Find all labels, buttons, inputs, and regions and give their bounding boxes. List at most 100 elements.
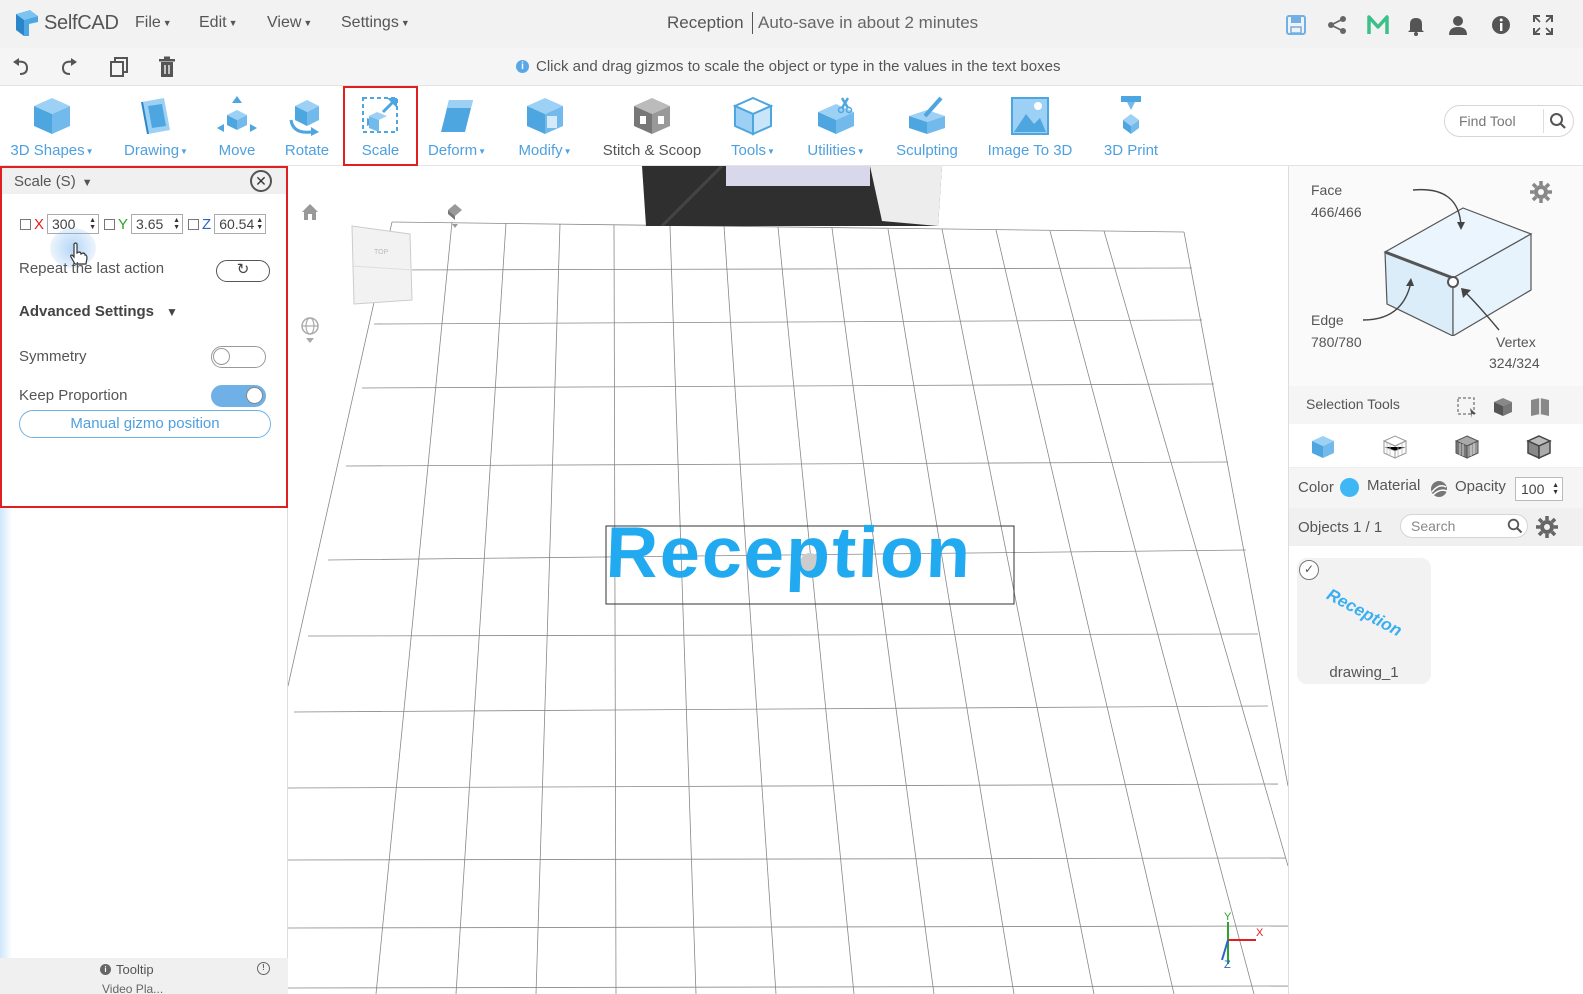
tool-deform-label: Deform <box>427 142 478 159</box>
tool-deform[interactable]: Deform▼ <box>424 86 490 166</box>
color-swatch[interactable] <box>1340 478 1359 497</box>
fullscreen-icon[interactable] <box>1532 14 1554 36</box>
cube-select-icon[interactable] <box>1492 396 1514 418</box>
reception-3d-object[interactable]: Reception <box>605 512 974 594</box>
scale-panel-title[interactable]: Scale (S) ▼ <box>14 173 93 190</box>
stepper-arrows-icon[interactable]: ▲ ▼ <box>89 217 96 231</box>
menu-edit[interactable]: Edit ▼ <box>199 14 238 32</box>
tool-utilities[interactable]: Utilities▼ <box>800 86 872 166</box>
tool-3d-shapes[interactable]: 3D Shapes▼ <box>8 86 96 166</box>
action-bar: i Click and drag gizmos to scale the obj… <box>0 48 1583 86</box>
image-to-3d-icon <box>1011 97 1049 135</box>
document-title[interactable]: Reception <box>667 13 744 33</box>
y-axis-label: Y <box>118 215 129 233</box>
3d-viewport[interactable]: TOP Reception Y X Z <box>288 166 1288 994</box>
vertex-mode-icon[interactable] <box>1526 434 1552 460</box>
view-cube[interactable]: TOP <box>350 222 414 308</box>
save-icon[interactable] <box>1285 14 1307 36</box>
cube-icon <box>34 98 70 134</box>
stepper-arrows-icon[interactable]: ▲ ▼ <box>256 217 263 231</box>
search-icon[interactable] <box>1507 518 1523 534</box>
stepper-arrows-icon[interactable]: ▲ ▼ <box>173 217 180 231</box>
menu-view[interactable]: View ▼ <box>267 14 312 32</box>
toggle-knob <box>213 348 230 365</box>
copy-icon[interactable] <box>108 56 130 78</box>
chevron-down-icon: ▼ <box>85 146 94 156</box>
stepper-arrows-icon[interactable]: ▲ ▼ <box>1552 482 1559 496</box>
tool-tools[interactable]: Tools▼ <box>724 86 782 166</box>
tool-sculpting[interactable]: Sculpting <box>890 86 964 166</box>
find-tool-search[interactable] <box>1444 105 1574 137</box>
printer-icon <box>1121 96 1141 134</box>
z-scale-value: 60.54 <box>219 216 255 232</box>
y-scale-input[interactable]: 3.65 ▲ ▼ <box>131 214 184 234</box>
m-logo-icon[interactable] <box>1367 14 1389 36</box>
autosave-status: Auto-save in about 2 minutes <box>758 13 979 32</box>
menu-edit-label: Edit <box>199 14 227 31</box>
bell-icon[interactable] <box>1405 14 1427 36</box>
objects-search-input[interactable] <box>1411 518 1501 534</box>
tool-stitch-scoop[interactable]: Stitch & Scoop <box>598 86 706 166</box>
repeat-last-action-button[interactable]: ↻ <box>216 260 270 282</box>
objects-search[interactable] <box>1400 514 1528 538</box>
refresh-icon: ↻ <box>236 261 250 278</box>
tool-modify-label: Modify <box>518 142 563 159</box>
scale-tool-panel: Scale (S) ▼ ✕ X 300 ▲ ▼ Y 3.65 ▲ ▼ Z 60.54 ▲ ▼ … <box>0 166 288 508</box>
y-axis-checkbox[interactable] <box>104 218 116 230</box>
advanced-settings-toggle[interactable]: Advanced Settings ▼ <box>19 303 178 320</box>
info-icon[interactable] <box>1490 14 1512 36</box>
manual-gizmo-position-button[interactable]: Manual gizmo position <box>19 410 271 438</box>
info-icon[interactable]: ! <box>257 962 270 975</box>
search-icon[interactable] <box>1549 112 1567 130</box>
find-tool-input[interactable] <box>1459 113 1539 129</box>
tooltip-toggle[interactable]: i Tooltip <box>100 962 154 977</box>
tool-3d-print[interactable]: 3D Print <box>1096 86 1166 166</box>
scale-axis-inputs: X 300 ▲ ▼ Y 3.65 ▲ ▼ Z 60.54 ▲ ▼ <box>20 214 271 234</box>
tool-scale[interactable]: Scale <box>343 86 418 166</box>
symmetry-toggle[interactable] <box>211 346 266 368</box>
user-icon[interactable] <box>1447 14 1469 36</box>
tool-image-to-3d-label: Image To 3D <box>987 142 1073 159</box>
scale-title-text: Scale (S) <box>14 173 76 190</box>
check-icon[interactable]: ✓ <box>1299 560 1319 580</box>
undo-icon[interactable] <box>10 56 32 78</box>
object-card[interactable]: ✓ Reception drawing_1 <box>1297 558 1431 684</box>
close-icon[interactable]: ✕ <box>250 170 272 192</box>
tool-image-to-3d[interactable]: Image To 3D <box>982 86 1078 166</box>
object-mode-icon[interactable] <box>1310 434 1336 460</box>
gear-icon[interactable] <box>1535 515 1559 539</box>
opacity-input[interactable]: 100 ▲ ▼ <box>1515 477 1563 501</box>
tool-move[interactable]: Move <box>208 86 266 166</box>
delete-icon[interactable] <box>156 56 178 78</box>
background-photo <box>642 166 942 226</box>
tool-drawing[interactable]: Drawing▼ <box>118 86 194 166</box>
sculpting-icon <box>909 96 945 134</box>
face-mode-icon[interactable] <box>1382 434 1408 460</box>
chevron-down-icon: ▼ <box>180 146 188 156</box>
menu-view-label: View <box>267 14 302 31</box>
book-select-icon[interactable] <box>1529 396 1551 418</box>
menu-file[interactable]: File ▼ <box>135 14 172 32</box>
z-axis-checkbox[interactable] <box>188 218 200 230</box>
z-scale-input[interactable]: 60.54 ▲ ▼ <box>214 214 267 234</box>
selfcad-logo-icon <box>16 10 38 36</box>
home-icon[interactable] <box>300 202 320 222</box>
tool-rotate[interactable]: Rotate <box>278 86 336 166</box>
tool-3d-shapes-label: 3D Shapes <box>10 142 85 159</box>
gizmo-position-icon[interactable] <box>446 202 464 230</box>
tool-modify[interactable]: Modify▼ <box>512 86 578 166</box>
x-axis-checkbox[interactable] <box>20 218 31 230</box>
globe-icon[interactable] <box>300 316 320 346</box>
keep-proportion-label: Keep Proportion <box>19 387 128 404</box>
redo-icon[interactable] <box>58 56 80 78</box>
material-icon[interactable] <box>1429 479 1449 499</box>
share-icon[interactable] <box>1326 14 1348 36</box>
keep-proportion-toggle[interactable] <box>211 385 266 407</box>
app-logo[interactable]: SelfCAD <box>12 8 119 38</box>
rectangle-select-icon[interactable] <box>1456 396 1478 418</box>
video-player-label: Video Pla... <box>102 982 164 994</box>
menu-settings[interactable]: Settings ▼ <box>341 14 410 32</box>
vertex-label: Vertex <box>1496 334 1536 350</box>
scale-icon <box>361 97 398 133</box>
edge-mode-icon[interactable] <box>1454 434 1480 460</box>
